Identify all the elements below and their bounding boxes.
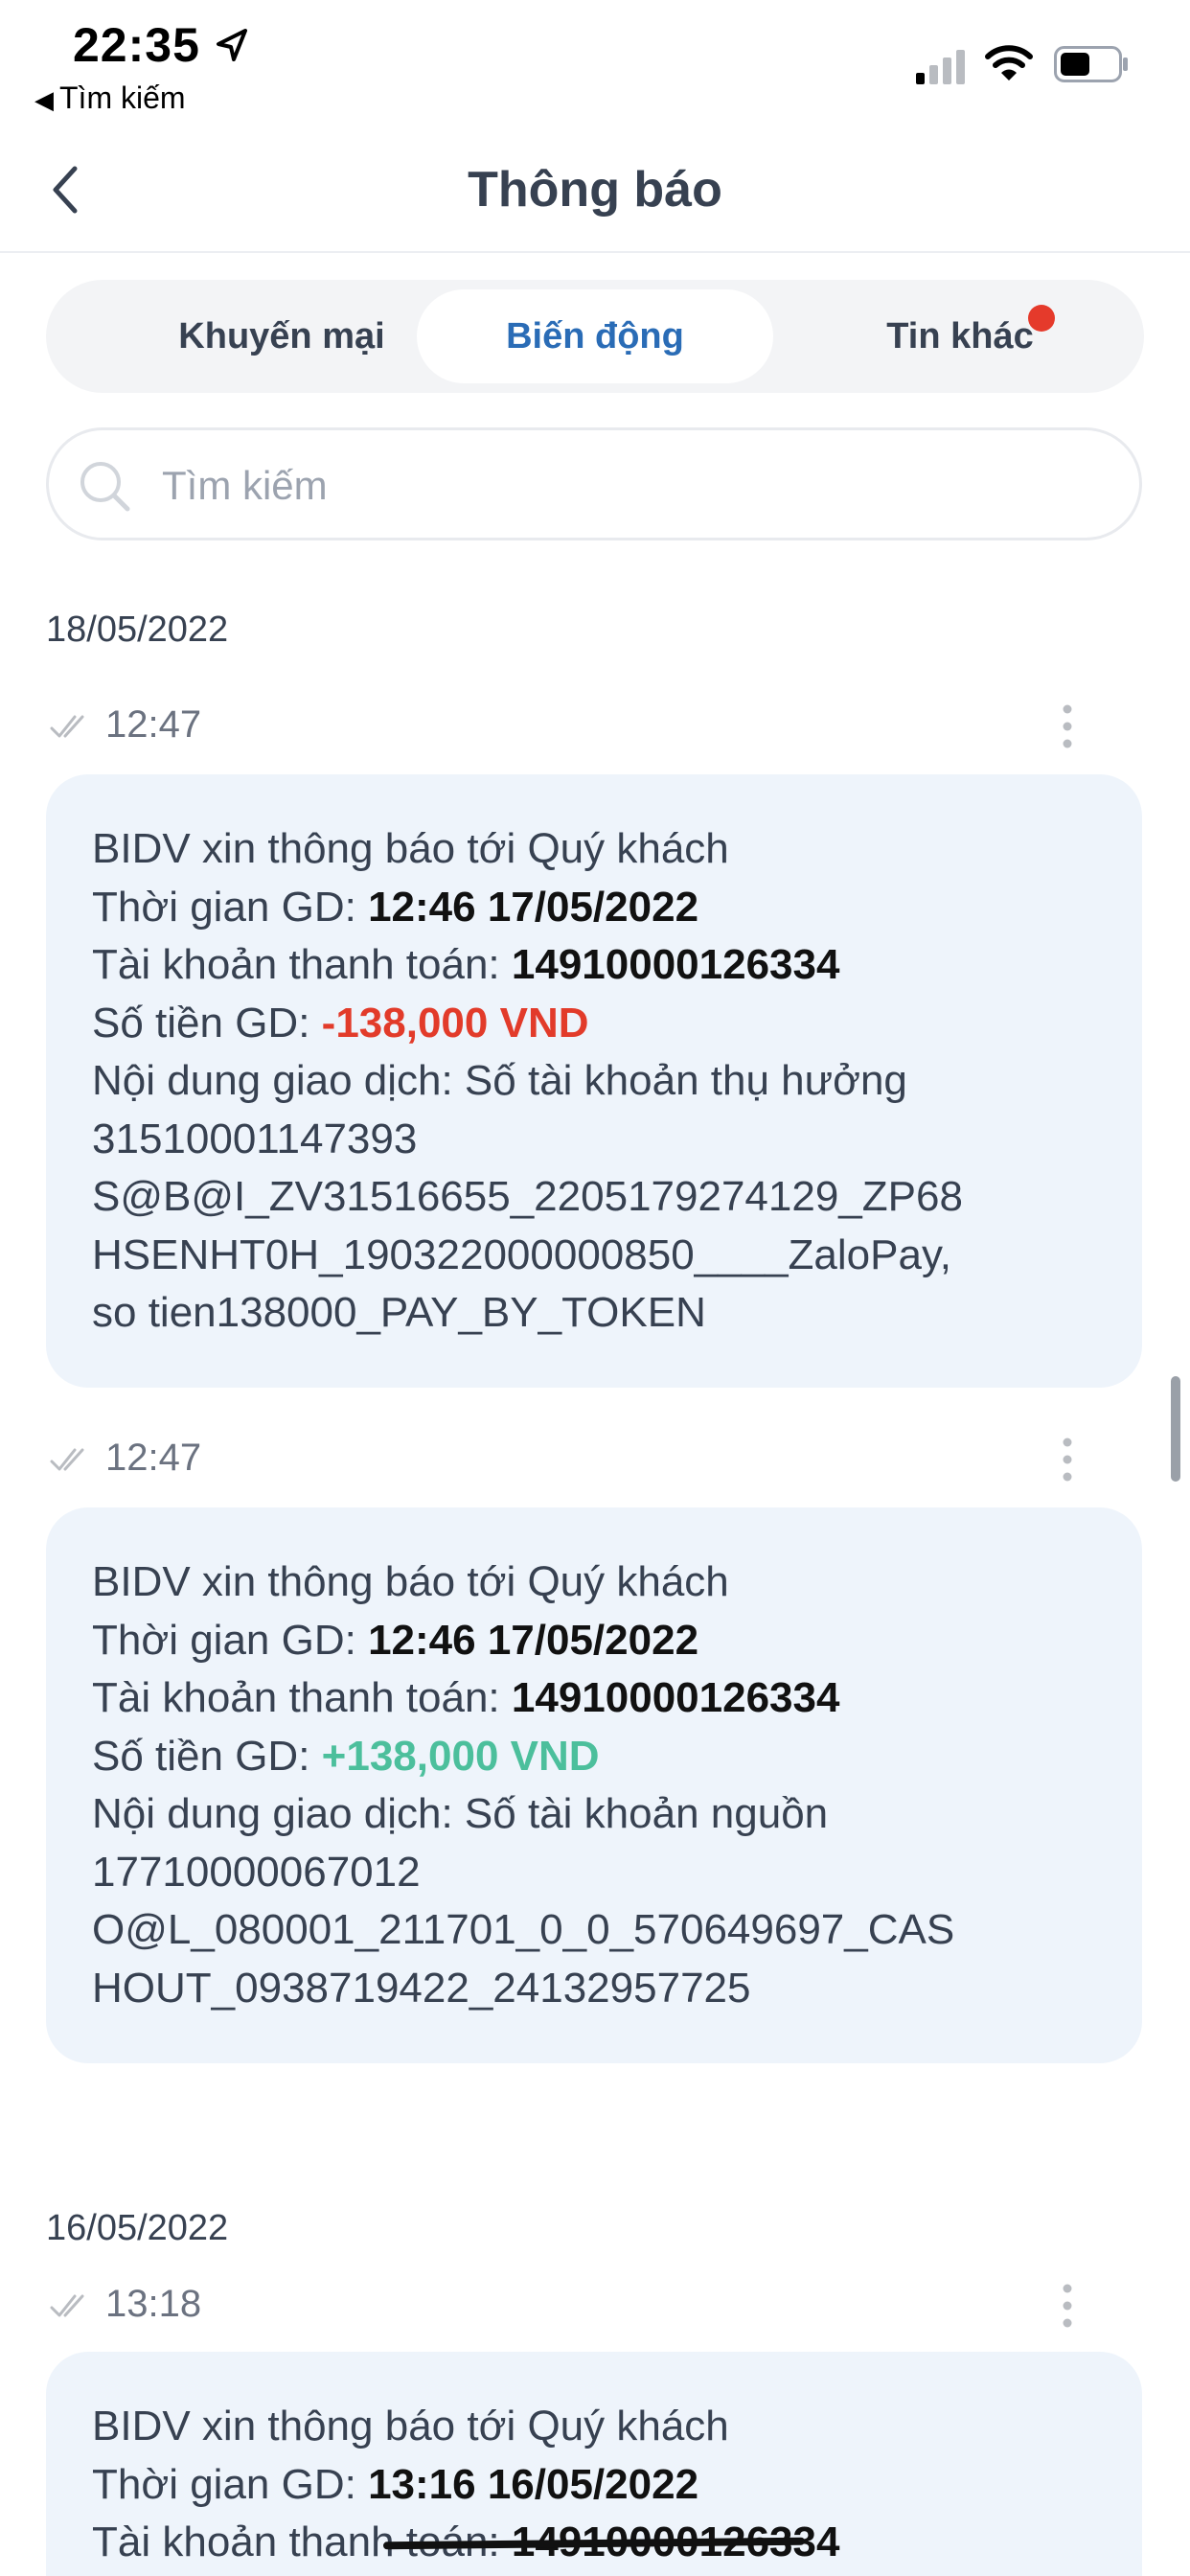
more-vertical-icon[interactable] xyxy=(1058,2277,1077,2334)
tab-other-news[interactable]: Tin khác xyxy=(782,289,1138,383)
content-line: S@B@I_ZV31516655_2205179274129_ZP68 xyxy=(92,1173,963,1220)
unread-badge xyxy=(1028,305,1055,332)
transaction-time-value: 12:46 17/05/2022 xyxy=(368,883,699,931)
date-header: 16/05/2022 xyxy=(46,2208,229,2248)
transaction-time-row: Thời gian GD: 13:16 16/05/2022 xyxy=(92,2456,1096,2515)
transaction-time-row: Thời gian GD: 12:46 17/05/2022 xyxy=(92,879,1096,937)
account-label: Tài khoản thanh toán: xyxy=(92,1674,512,1721)
search-input[interactable] xyxy=(160,457,1026,515)
signal-icon xyxy=(916,50,965,84)
amount-row: Số tiền GD: -138,000 VND xyxy=(92,995,1096,1053)
amount-row: Số tiền GD: +138,000 VND xyxy=(92,1728,1096,1786)
more-vertical-icon[interactable] xyxy=(1058,698,1077,755)
double-check-icon xyxy=(50,2294,84,2317)
location-arrow-icon xyxy=(217,29,247,61)
back-to-app-link[interactable]: ◀ Tìm kiếm xyxy=(34,80,186,116)
page-title: Thông báo xyxy=(468,162,722,218)
segmented-tabs: Khuyến mại Biến động Tin khác xyxy=(46,280,1144,393)
greeting-text: BIDV xin thông báo tới Quý khách xyxy=(92,2403,729,2450)
greeting-text: BIDV xin thông báo tới Quý khách xyxy=(92,825,729,872)
greeting-text: BIDV xin thông báo tới Quý khách xyxy=(92,1558,729,1605)
content-line: HOUT_0938719422_24132957725 xyxy=(92,1964,751,2012)
account-row: Tài khoản thanh toán: 14910000126334 xyxy=(92,1669,1096,1728)
battery-icon xyxy=(1054,46,1128,82)
tab-transactions[interactable]: Biến động xyxy=(417,289,773,383)
transaction-time-label: Thời gian GD: xyxy=(92,2460,369,2508)
search-bar[interactable] xyxy=(46,427,1142,540)
status-bar: 22:35 ◀ Tìm kiếm xyxy=(0,0,1190,125)
search-icon xyxy=(80,462,130,512)
transaction-time-value: 12:46 17/05/2022 xyxy=(368,1616,699,1664)
navigation-bar: Thông báo xyxy=(0,134,1190,253)
amount-label: Số tiền GD: xyxy=(92,1732,322,1780)
message-meta: 12:47 xyxy=(50,698,1094,755)
double-check-icon xyxy=(50,715,84,738)
content-line: O@L_080001_211701_0_0_570649697_CAS xyxy=(92,1906,955,1953)
scrollbar-thumb[interactable] xyxy=(1171,1376,1180,1482)
date-header: 18/05/2022 xyxy=(46,610,229,650)
double-check-icon xyxy=(50,1448,84,1471)
transaction-card[interactable]: BIDV xin thông báo tới Quý khách Thời gi… xyxy=(46,1507,1142,2063)
amount-value: -138,000 VND xyxy=(321,999,589,1046)
message-time: 12:47 xyxy=(105,1437,202,1479)
account-number: 14910000126334 xyxy=(511,1674,840,1721)
back-app-label: Tìm kiếm xyxy=(59,80,186,115)
transaction-time-label: Thời gian GD: xyxy=(92,883,369,931)
transaction-time-row: Thời gian GD: 12:46 17/05/2022 xyxy=(92,1612,1096,1670)
transaction-time-label: Thời gian GD: xyxy=(92,1616,369,1664)
account-number: 14910000126334 xyxy=(511,941,840,988)
account-row: Tài khoản thanh toán: 14910000126334 xyxy=(92,936,1096,995)
wifi-icon xyxy=(985,45,1033,80)
message-meta: 12:47 xyxy=(50,1431,1094,1488)
content-line: so tien138000_PAY_BY_TOKEN xyxy=(92,1289,706,1336)
message-time: 13:18 xyxy=(105,2283,202,2325)
back-triangle-icon: ◀ xyxy=(34,85,54,114)
transaction-time-value: 13:16 16/05/2022 xyxy=(368,2460,699,2508)
message-time: 12:47 xyxy=(105,703,202,746)
message-meta: 13:18 xyxy=(50,2277,1094,2334)
content-line: 31510001147393 xyxy=(92,1115,418,1162)
content-line: Nội dung giao dịch: Số tài khoản thụ hưở… xyxy=(92,1057,907,1104)
amount-value: +138,000 VND xyxy=(321,1732,600,1780)
content-line: 17710000067012 xyxy=(92,1848,421,1896)
tab-promotions[interactable]: Khuyến mại xyxy=(103,289,460,383)
status-time: 22:35 xyxy=(73,18,200,72)
amount-label: Số tiền GD: xyxy=(92,999,322,1046)
transaction-card[interactable]: BIDV xin thông báo tới Quý khách Thời gi… xyxy=(46,774,1142,1388)
more-vertical-icon[interactable] xyxy=(1058,1431,1077,1488)
account-label: Tài khoản thanh toán: xyxy=(92,941,512,988)
content-line: HSENHT0H_190322000000850____ZaloPay, xyxy=(92,1230,951,1278)
content-line: Nội dung giao dịch: Số tài khoản nguồn xyxy=(92,1790,829,1837)
